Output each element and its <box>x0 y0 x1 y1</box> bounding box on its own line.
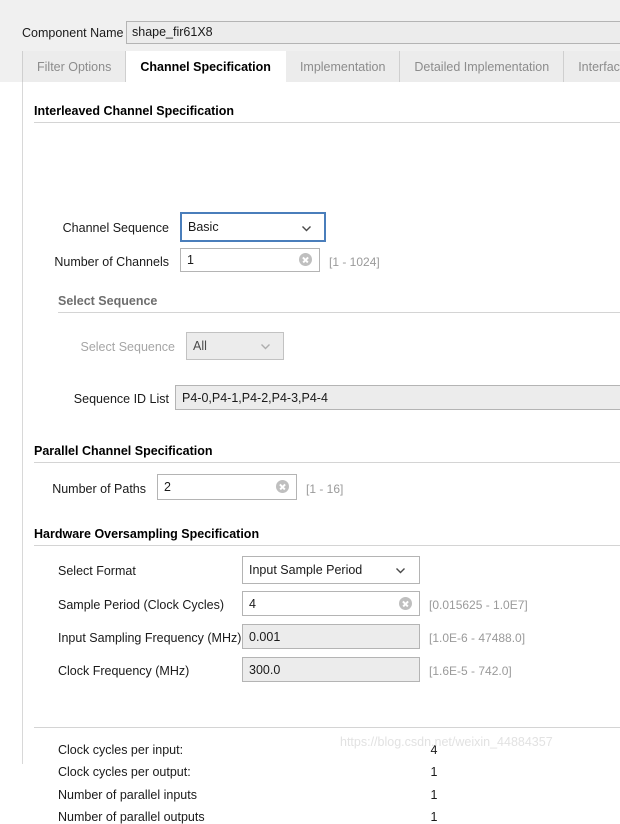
clock-frequency-range: [1.6E-5 - 742.0] <box>429 664 512 678</box>
select-format-dropdown[interactable]: Input Sample Period <box>242 556 420 584</box>
sequence-id-list-input[interactable]: P4-0,P4-1,P4-2,P4-3,P4-4 <box>175 385 620 410</box>
summary-divider <box>34 727 620 728</box>
tab-label: Detailed Implementation <box>414 59 550 74</box>
sample-period-label: Sample Period (Clock Cycles) <box>58 598 225 612</box>
input-sampling-frequency-label: Input Sampling Frequency (MHz) <box>58 631 242 645</box>
tab-bar: Filter Options Channel Specification Imp… <box>0 51 620 82</box>
tab-label: Implementation <box>299 59 386 74</box>
channel-specification-panel: Interleaved Channel Specification Channe… <box>22 82 620 824</box>
tab-channel-specification[interactable]: Channel Specification <box>126 51 286 82</box>
select-sequence-value: All <box>193 339 207 353</box>
clear-icon[interactable] <box>275 479 290 494</box>
summary-value: 1 <box>430 765 438 779</box>
number-of-channels-label: Number of Channels <box>54 255 169 269</box>
select-sequence-dropdown[interactable]: All <box>186 332 284 360</box>
chevron-down-icon <box>260 341 271 352</box>
section-divider <box>34 122 620 123</box>
tab-label: Channel Specification <box>140 59 271 74</box>
sample-period-input[interactable]: 4 <box>242 591 420 616</box>
tab-label: Filter Options <box>37 59 112 74</box>
subsection-title-select-sequence: Select Sequence <box>58 294 158 308</box>
summary-label: Clock cycles per input: <box>58 743 184 757</box>
tab-filter-options[interactable]: Filter Options <box>22 51 127 82</box>
section-title-interleaved: Interleaved Channel Specification <box>34 104 235 118</box>
input-sampling-frequency-input[interactable]: 0.001 <box>242 624 420 649</box>
component-name-input[interactable]: shape_fir61X8 <box>126 21 620 44</box>
chevron-down-icon <box>301 223 312 234</box>
tab-interface[interactable]: Interface <box>564 51 620 82</box>
watermark-text: https://blog.csdn.net/weixin_44884357 <box>340 735 553 749</box>
subsection-divider <box>58 312 620 313</box>
summary-label: Number of parallel inputs <box>58 788 197 802</box>
channel-sequence-label: Channel Sequence <box>62 221 169 235</box>
summary-value: 1 <box>430 810 438 824</box>
select-sequence-label: Select Sequence <box>80 340 175 354</box>
number-of-paths-range: [1 - 16] <box>306 482 344 496</box>
summary-value: 1 <box>430 788 438 802</box>
tab-label: Interface <box>578 59 620 74</box>
clock-frequency-input[interactable]: 300.0 <box>242 657 420 682</box>
sequence-id-list-label: Sequence ID List <box>73 392 169 406</box>
select-format-value: Input Sample Period <box>249 563 363 577</box>
channel-sequence-dropdown[interactable]: Basic <box>180 212 326 242</box>
section-divider <box>34 462 620 463</box>
tab-implementation[interactable]: Implementation <box>285 51 401 82</box>
window-top-strip <box>0 0 620 16</box>
section-divider <box>34 545 620 546</box>
section-title-oversampling: Hardware Oversampling Specification <box>34 527 260 541</box>
select-format-label: Select Format <box>58 564 136 578</box>
clear-icon[interactable] <box>298 252 313 267</box>
summary-label: Clock cycles per output: <box>58 765 191 779</box>
input-sampling-frequency-range: [1.0E-6 - 47488.0] <box>429 631 526 645</box>
component-name-label: Component Name <box>22 26 124 40</box>
sample-period-range: [0.015625 - 1.0E7] <box>429 598 528 612</box>
chevron-down-icon <box>395 565 406 576</box>
number-of-channels-range: [1 - 1024] <box>329 255 380 269</box>
number-of-paths-label: Number of Paths <box>52 482 146 496</box>
tab-detailed-implementation[interactable]: Detailed Implementation <box>400 51 565 82</box>
section-title-parallel: Parallel Channel Specification <box>34 444 213 458</box>
component-name-row: Component Name shape_fir61X8 <box>0 16 620 51</box>
summary-label: Number of parallel outputs <box>58 810 205 824</box>
channel-sequence-value: Basic <box>188 220 219 234</box>
clear-icon[interactable] <box>398 596 413 611</box>
clock-frequency-label: Clock Frequency (MHz) <box>58 664 190 678</box>
